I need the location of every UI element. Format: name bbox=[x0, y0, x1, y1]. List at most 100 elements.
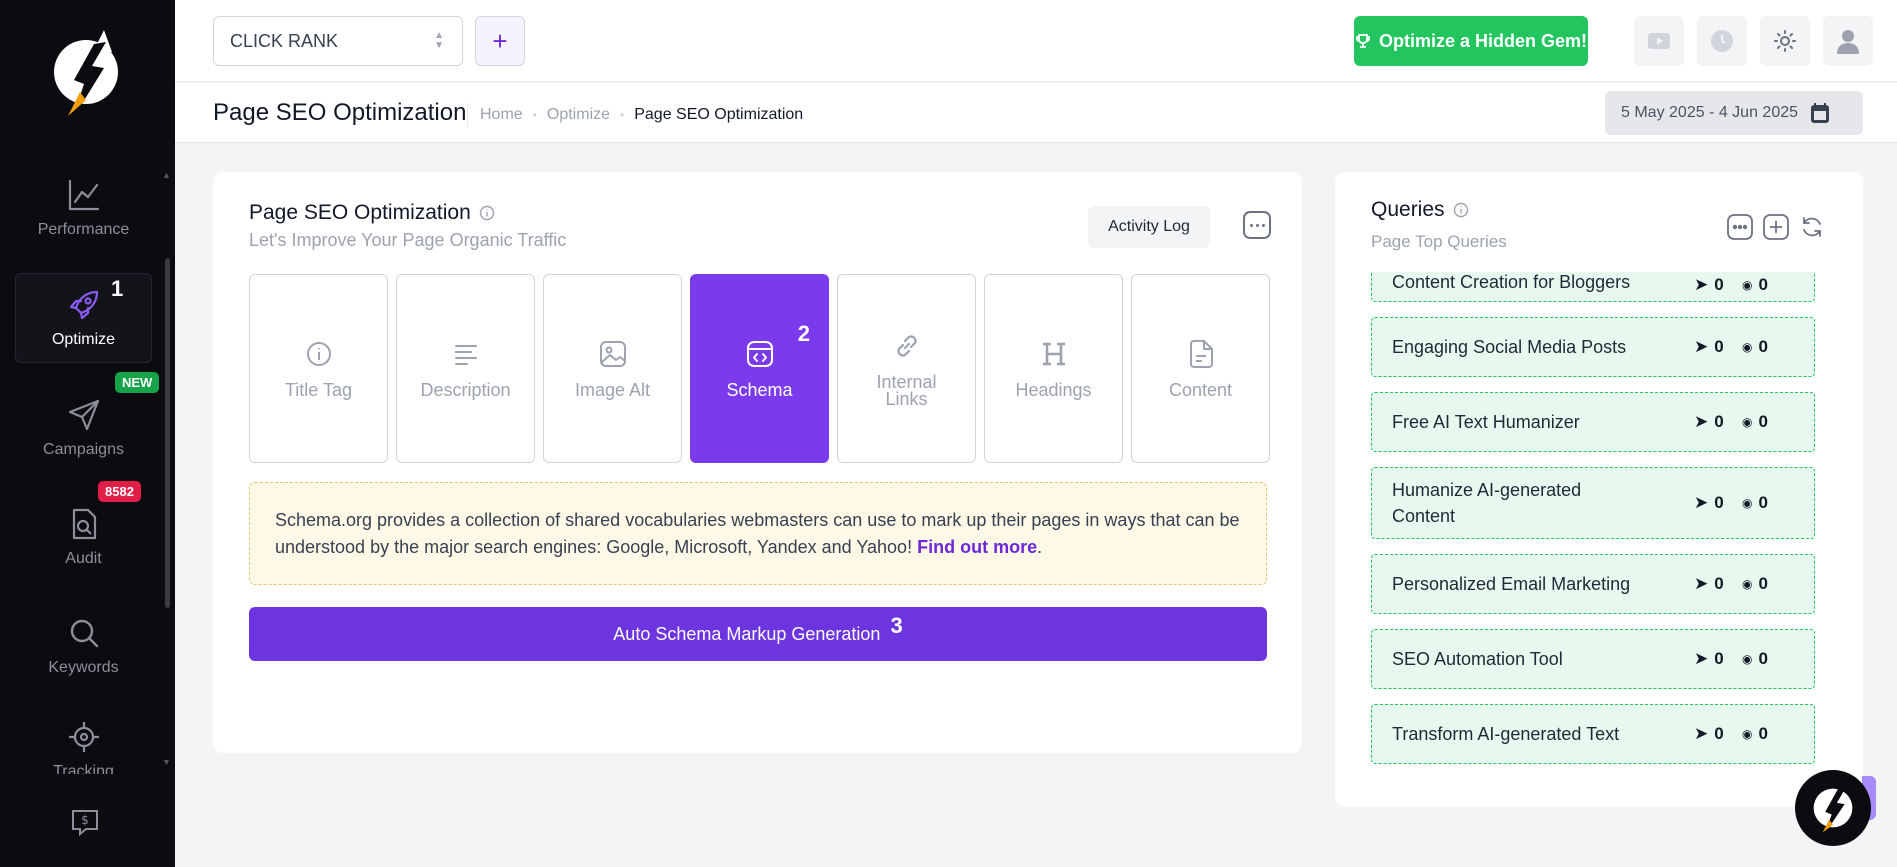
sidebar-item-optimize[interactable]: Optimize bbox=[15, 273, 152, 363]
sidebar-item-label: Optimize bbox=[51, 331, 116, 348]
sidebar-item-label: Audit bbox=[65, 550, 102, 567]
tab-label: Content bbox=[1168, 380, 1233, 400]
title-bar: Page SEO Optimization Home • Optimize • … bbox=[175, 83, 1897, 143]
breadcrumb-separator: • bbox=[620, 108, 625, 122]
tab-image-alt[interactable]: Image Alt bbox=[543, 274, 682, 463]
theme-toggle-button[interactable] bbox=[1760, 16, 1810, 66]
impressions-value: 0 bbox=[1758, 649, 1768, 668]
queries-more-icon[interactable] bbox=[1727, 214, 1753, 240]
card-subtitle: Let's Improve Your Page Organic Traffic bbox=[249, 230, 567, 250]
sidebar-scrollbar[interactable] bbox=[165, 258, 170, 608]
schema-info-text: Schema.org provides a collection of shar… bbox=[275, 510, 1240, 557]
query-name: Personalized Email Marketing bbox=[1392, 574, 1631, 594]
query-clicks: ➤ 0 bbox=[1694, 649, 1724, 669]
sun-icon bbox=[1774, 30, 1796, 52]
query-clicks: ➤ 0 bbox=[1694, 412, 1724, 432]
info-period: . bbox=[1037, 537, 1043, 557]
gem-button-label: Optimize a Hidden Gem! bbox=[1378, 30, 1588, 51]
query-impressions: ◉ 0 bbox=[1742, 649, 1768, 669]
project-select-value: CLICK RANK bbox=[230, 30, 339, 51]
impressions-value: 0 bbox=[1758, 493, 1768, 512]
tab-internal-links[interactable]: Internal Links bbox=[837, 274, 976, 463]
queries-title: Queries bbox=[1371, 198, 1469, 222]
query-row[interactable]: Transform AI-generated Text ➤ 0 ◉ 0 bbox=[1371, 704, 1815, 764]
eye-icon: ◉ bbox=[1742, 278, 1753, 292]
sidebar-item-performance[interactable]: Performance bbox=[15, 163, 152, 253]
send-icon bbox=[66, 397, 102, 433]
video-play-icon bbox=[1648, 33, 1670, 49]
sidebar-item-keywords[interactable]: Keywords bbox=[15, 601, 152, 691]
breadcrumb: Home • Optimize • Page SEO Optimization bbox=[467, 103, 803, 127]
query-row[interactable]: Personalized Email Marketing ➤ 0 ◉ 0 bbox=[1371, 554, 1815, 614]
card-title: Page SEO Optimization bbox=[249, 201, 495, 225]
query-clicks: ➤ 0 bbox=[1694, 724, 1724, 744]
query-impressions: ◉ 0 bbox=[1742, 412, 1768, 432]
more-options-icon[interactable] bbox=[1243, 211, 1271, 239]
tab-headings[interactable]: Headings bbox=[984, 274, 1123, 463]
search-icon bbox=[66, 615, 102, 651]
query-row[interactable]: Engaging Social Media Posts ➤ 0 ◉ 0 bbox=[1371, 317, 1815, 377]
chart-line-icon bbox=[66, 177, 102, 213]
sidebar-item-campaigns[interactable]: Campaigns bbox=[15, 383, 152, 473]
clicks-value: 0 bbox=[1714, 649, 1724, 668]
tab-schema[interactable]: Schema 2 bbox=[690, 274, 829, 463]
date-range-value: 5 May 2025 - 4 Jun 2025 bbox=[1621, 104, 1799, 121]
svg-text:$: $ bbox=[81, 813, 89, 827]
cursor-icon: ➤ bbox=[1694, 337, 1709, 356]
history-button[interactable] bbox=[1697, 16, 1747, 66]
user-menu-button[interactable] bbox=[1823, 16, 1873, 66]
sidebar-item-label: Keywords bbox=[48, 659, 119, 676]
billing-icon[interactable]: $ bbox=[70, 808, 102, 836]
sidebar-item-label: Performance bbox=[37, 221, 130, 238]
app-logo-icon[interactable] bbox=[50, 28, 122, 124]
breadcrumb-home[interactable]: Home bbox=[480, 106, 523, 124]
query-row[interactable]: Humanize AI-generated Content ➤ 0 ◉ 0 bbox=[1371, 467, 1815, 539]
query-clicks: ➤ 0 bbox=[1694, 493, 1724, 513]
impressions-value: 0 bbox=[1758, 412, 1768, 431]
sidebar-item-tracking[interactable]: Tracking bbox=[15, 710, 152, 774]
tab-label: Internal Links bbox=[876, 371, 937, 409]
breadcrumb-current: Page SEO Optimization bbox=[634, 106, 804, 123]
optimize-hidden-gem-button[interactable]: Optimize a Hidden Gem! bbox=[1354, 16, 1588, 66]
query-row[interactable]: SEO Automation Tool ➤ 0 ◉ 0 bbox=[1371, 629, 1815, 689]
tab-title-tag[interactable]: Title Tag bbox=[249, 274, 388, 463]
calendar-icon bbox=[1811, 103, 1830, 123]
add-project-button[interactable]: + bbox=[475, 16, 525, 66]
query-row[interactable]: Free AI Text Humanizer ➤ 0 ◉ 0 bbox=[1371, 392, 1815, 452]
info-icon bbox=[479, 205, 494, 221]
add-query-icon[interactable] bbox=[1763, 214, 1789, 240]
clicks-value: 0 bbox=[1714, 493, 1724, 512]
eye-icon: ◉ bbox=[1742, 415, 1753, 429]
clicks-value: 0 bbox=[1714, 724, 1724, 743]
video-button[interactable] bbox=[1634, 16, 1684, 66]
breadcrumb-optimize[interactable]: Optimize bbox=[547, 106, 610, 124]
project-select[interactable]: CLICK RANK ▲ ▼ bbox=[213, 16, 463, 66]
auto-schema-generation-button[interactable]: Auto Schema Markup Generation 3 bbox=[249, 607, 1267, 661]
tab-label: Description bbox=[420, 380, 511, 400]
tab-label: Headings bbox=[1015, 380, 1092, 400]
query-name: Engaging Social Media Posts bbox=[1392, 337, 1627, 357]
sidebar-item-audit[interactable]: Audit bbox=[15, 492, 152, 582]
tab-content[interactable]: Content bbox=[1131, 274, 1270, 463]
page-title: Page SEO Optimization bbox=[213, 99, 467, 126]
schema-code-icon bbox=[744, 338, 776, 370]
refresh-icon[interactable] bbox=[1799, 214, 1825, 240]
schema-info-box: Schema.org provides a collection of shar… bbox=[249, 482, 1267, 585]
query-row[interactable]: Content Creation for Bloggers ➤ 0 ◉ 0 bbox=[1371, 272, 1815, 302]
sidebar-clip: Tracking bbox=[15, 710, 152, 774]
scroll-up-icon[interactable]: ▲ bbox=[162, 170, 171, 180]
clicks-value: 0 bbox=[1714, 275, 1724, 294]
activity-log-button[interactable]: Activity Log bbox=[1088, 206, 1210, 248]
eye-icon: ◉ bbox=[1742, 496, 1753, 510]
support-chat-icon[interactable] bbox=[1795, 770, 1871, 846]
target-icon bbox=[66, 719, 102, 755]
find-out-more-link[interactable]: Find out more bbox=[917, 537, 1037, 557]
tab-description[interactable]: Description bbox=[396, 274, 535, 463]
clicks-value: 0 bbox=[1714, 412, 1724, 431]
query-name: Transform AI-generated Text bbox=[1392, 724, 1620, 744]
query-impressions: ◉ 0 bbox=[1742, 724, 1768, 744]
scroll-down-icon[interactable]: ▼ bbox=[162, 757, 171, 767]
top-bar: CLICK RANK ▲ ▼ + Optimize a Hidden Gem! bbox=[175, 0, 1897, 82]
cursor-icon: ➤ bbox=[1694, 574, 1709, 593]
date-range-picker[interactable]: 5 May 2025 - 4 Jun 2025 bbox=[1605, 91, 1863, 135]
